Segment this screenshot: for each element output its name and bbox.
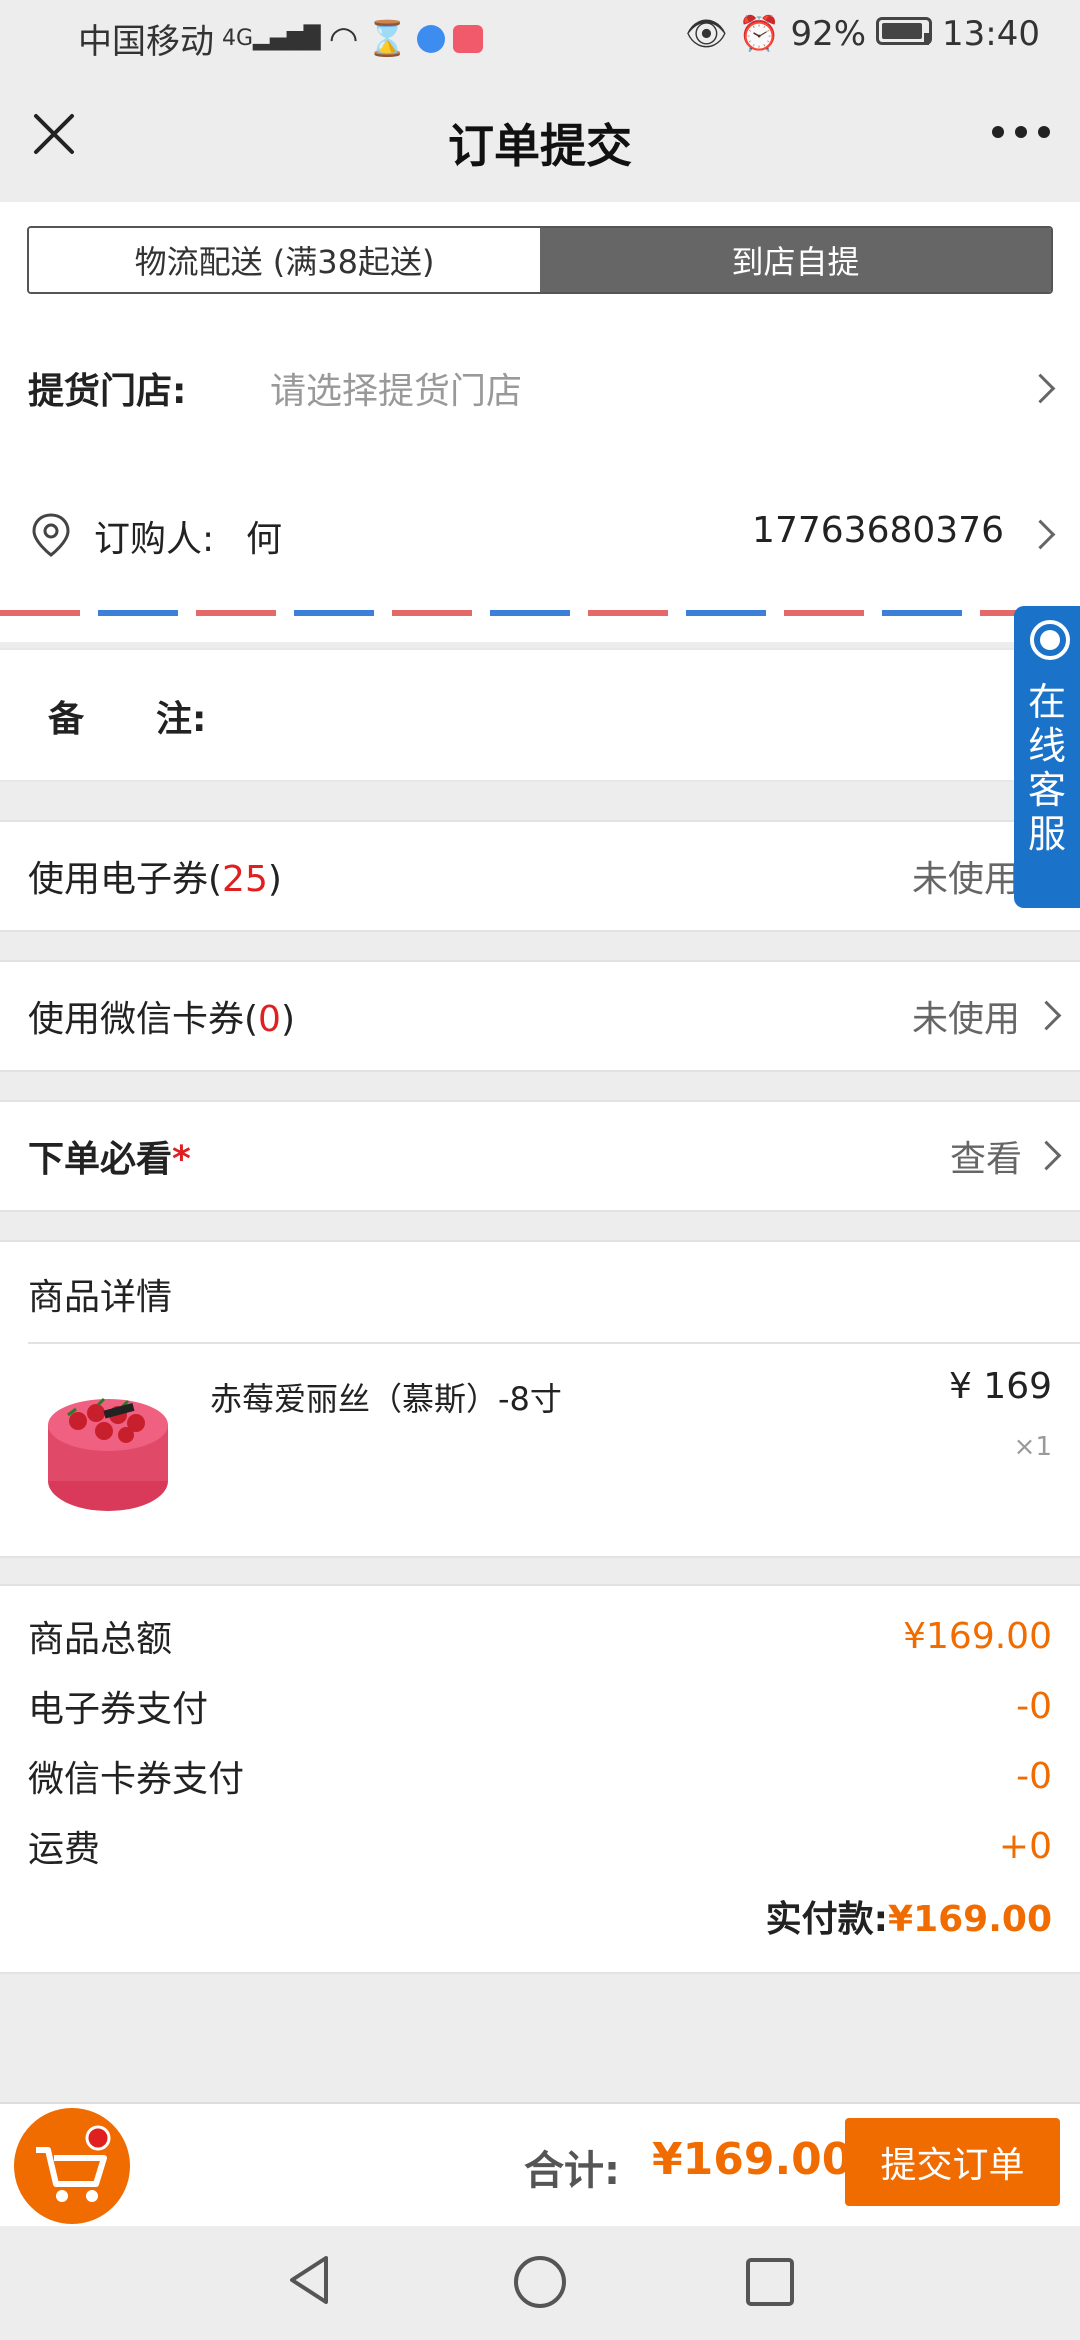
clock-time: 13:40 (942, 14, 1040, 54)
signal-icon: 4G▂▄▆█ (222, 26, 321, 51)
goods-section-title: 商品详情 (28, 1277, 173, 1318)
pickup-store-selector[interactable]: 请选择提货门店 (270, 362, 522, 414)
more-menu-icon[interactable] (992, 126, 1050, 144)
summary-row-goods-total: 商品总额 ¥169.00 (28, 1615, 1052, 1661)
address-divider-stripe (0, 610, 1080, 616)
delivery-mode-tabs: 物流配送 (满38起送) 到店自提 (27, 226, 1053, 294)
order-notice-view[interactable]: 查看 (950, 1130, 1022, 1182)
e-coupon-label: 使用电子券(25) (28, 859, 282, 900)
goods-name: 赤莓爱丽丝（慕斯）-8寸 (210, 1380, 562, 1418)
online-service-button[interactable]: 在线客服 (1014, 606, 1080, 908)
headset-icon (1030, 620, 1070, 660)
tab-logistics-delivery[interactable]: 物流配送 (满38起送) (29, 228, 540, 292)
summary-row-wechat-coupon: 微信卡券支付 -0 (28, 1755, 1052, 1801)
pickup-store-label: 提货门店: (28, 371, 187, 412)
e-coupon-status: 未使用 (912, 859, 1021, 900)
submit-order-button[interactable]: 提交订单 (845, 2118, 1060, 2206)
status-bar: 中国移动 4G▂▄▆█ ◠ ⌛ 👁 ⏰ 92% 13:40 (0, 0, 1080, 72)
goods-price: ¥ 169 (948, 1366, 1052, 1407)
actual-payment: 实付款:¥169.00 (765, 1899, 1052, 1940)
battery-percent: 92% (790, 14, 867, 54)
title-bar: 订单提交 (0, 72, 1080, 202)
hourglass-icon: ⌛ (366, 18, 409, 59)
total-value: ¥169.00 (652, 2134, 853, 2185)
cake-thumbnail[interactable] (38, 1385, 178, 1519)
order-notice-label: 下单必看* (28, 1139, 191, 1180)
recents-icon[interactable] (740, 2252, 800, 2312)
online-service-label: 在线客服 (1028, 680, 1067, 856)
wechat-coupon-status: 未使用 (912, 999, 1021, 1040)
browser-icon (416, 24, 445, 53)
buyer-name: 何 (246, 519, 283, 560)
app-icon (452, 24, 483, 53)
carrier-text: 中国移动 (78, 22, 214, 62)
buyer-label: 订购人: (94, 519, 215, 560)
back-icon[interactable] (282, 2250, 342, 2310)
battery-icon (876, 14, 933, 54)
home-icon[interactable] (508, 2250, 572, 2314)
wechat-coupon-label: 使用微信卡券(0) (28, 999, 295, 1040)
summary-row-e-coupon: 电子券支付 -0 (28, 1685, 1052, 1731)
system-nav-bar (0, 2226, 1080, 2340)
tab-store-pickup[interactable]: 到店自提 (540, 228, 1051, 292)
page-title: 订单提交 (448, 119, 632, 173)
cart-button[interactable] (14, 2108, 130, 2224)
summary-row-shipping: 运费 +0 (28, 1825, 1052, 1871)
location-pin-icon (30, 512, 72, 562)
wechat-coupon-count: 0 (258, 999, 281, 1040)
goods-quantity: ×1 (1013, 1432, 1052, 1462)
e-coupon-count: 25 (222, 859, 268, 900)
close-icon[interactable] (28, 108, 80, 160)
alarm-icon: ⏰ (738, 14, 781, 54)
remark-label: 备 注: (48, 699, 207, 740)
wifi-icon: ◠ (328, 18, 359, 59)
total-label: 合计: (524, 2148, 620, 2194)
eye-icon: 👁 (684, 14, 729, 54)
goods-divider (28, 1342, 1080, 1344)
buyer-phone[interactable]: 17763680376 (752, 510, 1004, 551)
cart-icon (36, 2125, 111, 2202)
